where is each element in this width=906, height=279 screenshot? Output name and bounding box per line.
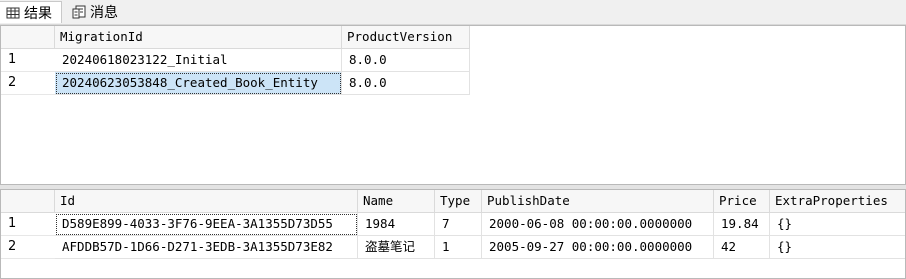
tab-messages[interactable]: 消息	[66, 1, 118, 23]
column-header[interactable]: Type	[435, 190, 482, 213]
column-header[interactable]: PublishDate	[482, 190, 714, 213]
column-header[interactable]: ExtraProperties	[770, 190, 905, 213]
column-header[interactable]: Price	[714, 190, 770, 213]
message-icon	[72, 5, 86, 19]
table-cell[interactable]: 7	[435, 213, 482, 236]
table-cell[interactable]: 8.0.0	[342, 49, 470, 72]
results-grid-migrations[interactable]: MigrationId ProductVersion 1 20240618023…	[0, 25, 906, 185]
tab-results-label: 结果	[24, 5, 52, 22]
table-cell[interactable]: 1984	[358, 213, 435, 236]
table-cell[interactable]: 20240618023122_Initial	[55, 49, 342, 72]
selected-table-cell[interactable]: 20240623053848_Created_Book_Entity	[55, 72, 342, 95]
row-header-corner[interactable]	[1, 190, 55, 213]
row-number[interactable]: 2	[1, 236, 55, 259]
row-number[interactable]: 1	[1, 213, 55, 236]
table-cell[interactable]: 42	[714, 236, 770, 259]
row-number[interactable]: 2	[1, 72, 55, 95]
table-cell[interactable]: {}	[770, 213, 905, 236]
focused-table-cell[interactable]: D589E899-4033-3F76-9EEA-3A1355D73D55	[55, 213, 358, 236]
results-tab-bar: 结果 消息	[0, 0, 906, 25]
table-cell[interactable]: 2005-09-27 00:00:00.0000000	[482, 236, 714, 259]
column-header[interactable]: Name	[358, 190, 435, 213]
table-cell[interactable]: AFDDB57D-1D66-D271-3EDB-3A1355D73E82	[55, 236, 358, 259]
table-cell[interactable]: 1	[435, 236, 482, 259]
column-header[interactable]: MigrationId	[55, 26, 342, 49]
tab-messages-label: 消息	[90, 5, 118, 21]
column-header[interactable]: ProductVersion	[342, 26, 470, 49]
table-cell[interactable]: 19.84	[714, 213, 770, 236]
row-number[interactable]: 1	[1, 49, 55, 72]
grid-icon	[6, 6, 20, 20]
table-cell[interactable]: 2000-06-08 00:00:00.0000000	[482, 213, 714, 236]
column-header[interactable]: Id	[55, 190, 358, 213]
row-header-corner[interactable]	[1, 26, 55, 49]
results-grid-books[interactable]: Id Name Type PublishDate Price ExtraProp…	[0, 189, 906, 279]
table-cell[interactable]: {}	[770, 236, 905, 259]
table-cell[interactable]: 8.0.0	[342, 72, 470, 95]
tab-results[interactable]: 结果	[0, 1, 62, 23]
table-cell[interactable]: 盗墓笔记	[358, 236, 435, 259]
